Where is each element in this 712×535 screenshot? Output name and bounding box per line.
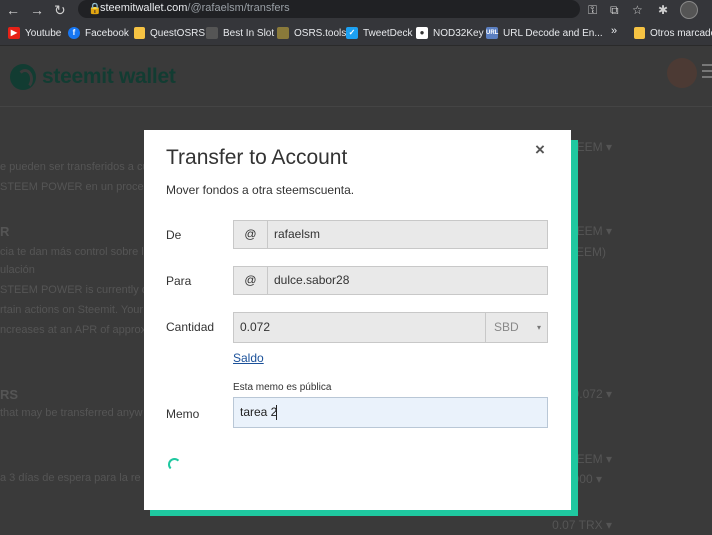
bookmark-best-in-slot[interactable]: Best In Slot <box>206 25 274 41</box>
at-symbol: @ <box>234 221 268 248</box>
chevron-down-icon: ▾ <box>537 323 542 332</box>
browser-toolbar: ← → ↻ 🔒 steemitwallet.com/@rafaelsm/tran… <box>0 0 712 20</box>
to-label: Para <box>166 274 192 288</box>
bookmark-nod32key[interactable]: ● NOD32Key <box>416 25 484 41</box>
folder-icon <box>634 27 645 39</box>
youtube-icon: ▶ <box>8 27 20 39</box>
bg-balance: 0.072 ▾ <box>572 387 612 401</box>
bg-heading: R <box>0 224 10 239</box>
page-icon <box>206 27 218 39</box>
bg-text: ncreases at an APR of approx <box>0 324 147 336</box>
extensions-icon[interactable]: ✱ <box>658 1 668 19</box>
bookmark-osrs-tools[interactable]: OSRS.tools <box>277 25 346 41</box>
bg-text: STEEM POWER is currently de <box>0 284 155 296</box>
url-text[interactable]: steemitwallet.com/@rafaelsm/transfers <box>100 2 290 14</box>
bg-balance: EEM) <box>576 245 606 259</box>
modal-subtitle: Mover fondos a otra steemscuenta. <box>166 183 355 197</box>
memo-hint: Esta memo es pública <box>233 382 332 393</box>
bookmark-otros-marcadores[interactable]: Otros marcadores <box>634 25 712 41</box>
bg-heading: RS <box>0 387 19 402</box>
bookmark-youtube[interactable]: ▶ Youtube <box>8 25 61 41</box>
bg-text: cia te dan más control sobre la <box>0 246 150 258</box>
bookmark-facebook[interactable]: f Facebook <box>68 25 129 41</box>
bookmark-questosrs[interactable]: QuestOSRS <box>134 25 205 41</box>
hamburger-menu-icon[interactable] <box>702 64 712 82</box>
bookmark-tweetdeck[interactable]: ✓ TweetDeck <box>346 25 412 41</box>
back-arrow-icon[interactable]: ← <box>6 1 20 19</box>
star-icon[interactable]: ☆ <box>632 1 643 19</box>
key-icon[interactable]: ⚿ <box>588 1 597 19</box>
to-field[interactable]: @ dulce.sabor28 <box>233 266 548 295</box>
bg-balance: 0.07 TRX ▾ <box>552 518 612 532</box>
to-value: dulce.sabor28 <box>274 273 350 287</box>
facebook-icon: f <box>68 27 80 39</box>
bg-text: STEEM POWER en un proceso <box>0 181 156 193</box>
from-label: De <box>166 228 182 242</box>
amount-label: Cantidad <box>166 320 215 334</box>
balance-link[interactable]: Saldo <box>233 351 264 365</box>
memo-value: tarea 2 <box>240 405 278 419</box>
bg-text: e pueden ser transferidos a cual <box>0 161 158 173</box>
text-caret <box>276 405 277 420</box>
memo-label: Memo <box>166 407 200 421</box>
forward-arrow-icon[interactable]: → <box>30 1 44 19</box>
bg-text: rtain actions on Steemit. Your <box>0 304 144 316</box>
from-field[interactable]: @ rafaelsm <box>233 220 548 249</box>
steemit-logo-icon <box>10 64 36 90</box>
osrs-icon <box>277 27 289 39</box>
folder-icon <box>134 27 145 39</box>
close-icon[interactable]: × <box>535 140 545 160</box>
bg-text: a 3 días de espera para la re <box>0 472 141 484</box>
amount-field[interactable]: 0.072 SBD ▾ <box>233 312 548 343</box>
reload-icon[interactable]: ↻ <box>54 1 66 19</box>
asset-value: SBD <box>494 320 519 334</box>
header-divider <box>0 106 712 107</box>
transfer-modal: Transfer to Account × Mover fondos a otr… <box>144 130 571 510</box>
bg-text: ulación <box>0 264 35 276</box>
amount-value: 0.072 <box>240 320 271 334</box>
asset-select[interactable]: SBD ▾ <box>485 313 548 342</box>
bookmarks-bar: ▶ Youtube f Facebook QuestOSRS Best In S… <box>0 20 712 46</box>
loading-spinner-icon <box>168 458 181 471</box>
bookmark-url-decode[interactable]: URL URL Decode and En... <box>486 25 603 41</box>
modal-title: Transfer to Account <box>166 146 348 169</box>
bg-text: that may be transferred anyw <box>0 407 143 419</box>
user-avatar[interactable] <box>667 58 697 88</box>
tweetdeck-icon: ✓ <box>346 27 358 39</box>
memo-input[interactable]: tarea 2 <box>233 397 548 428</box>
from-value: rafaelsm <box>274 227 321 241</box>
url-icon: URL <box>486 27 498 39</box>
at-symbol: @ <box>234 267 268 294</box>
key-icon: ● <box>416 27 428 39</box>
steemit-logo[interactable]: steemit wallet <box>10 64 176 90</box>
bookmarks-more-button[interactable]: » <box>611 25 617 37</box>
profile-avatar[interactable] <box>680 1 698 19</box>
translate-icon[interactable]: ⧉ <box>610 1 619 19</box>
